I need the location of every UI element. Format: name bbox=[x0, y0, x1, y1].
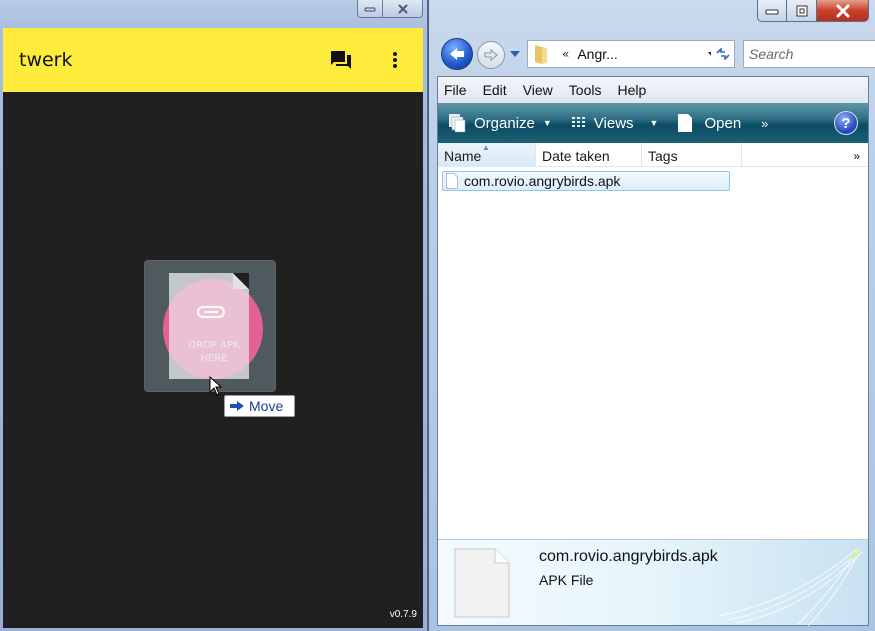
version-label: v0.7.9 bbox=[389, 609, 417, 620]
arrow-right-icon bbox=[484, 48, 499, 62]
navigation-bar: « Angr... Search bbox=[441, 38, 875, 72]
minimize-button[interactable] bbox=[357, 0, 383, 18]
maximize-icon bbox=[796, 5, 807, 16]
decorative-swoosh bbox=[717, 546, 863, 626]
maximize-button[interactable] bbox=[787, 0, 817, 22]
columns-overflow-button[interactable]: » bbox=[853, 149, 860, 163]
back-button[interactable] bbox=[441, 38, 473, 70]
column-headers: ▲ Name Date taken Tags » bbox=[438, 143, 868, 167]
search-input[interactable]: Search bbox=[743, 40, 875, 68]
details-file-type: APK File bbox=[539, 572, 594, 588]
app-title: twerk bbox=[19, 49, 73, 71]
app-bar: twerk bbox=[3, 28, 423, 92]
column-header-tags[interactable]: Tags bbox=[642, 143, 742, 167]
app-content: twerk DROP APK HERE v0.7.9 bbox=[3, 28, 423, 628]
sort-ascending-icon: ▲ bbox=[482, 143, 490, 152]
menu-edit[interactable]: Edit bbox=[483, 82, 507, 98]
minimize-icon bbox=[765, 9, 779, 14]
address-bar[interactable]: « Angr... bbox=[527, 40, 723, 68]
caret-down-icon: ▼ bbox=[649, 118, 659, 128]
column-header-name[interactable]: ▲ Name bbox=[438, 143, 536, 167]
file-icon bbox=[678, 114, 693, 132]
explorer-frame: File Edit View Tools Help Organize ▼ Vie… bbox=[437, 76, 869, 626]
page-fold bbox=[233, 273, 249, 289]
mouse-cursor-icon bbox=[209, 376, 223, 396]
close-icon bbox=[397, 3, 408, 14]
help-button[interactable]: ? bbox=[834, 111, 858, 135]
refresh-icon bbox=[715, 48, 730, 60]
breadcrumb-current[interactable]: Angr... bbox=[577, 46, 708, 62]
menu-help[interactable]: Help bbox=[617, 82, 646, 98]
menu-tools[interactable]: Tools bbox=[569, 82, 602, 98]
more-vert-icon bbox=[393, 52, 397, 68]
caret-down-icon: ▼ bbox=[542, 118, 552, 128]
arrow-right-icon bbox=[230, 401, 244, 411]
refresh-button[interactable] bbox=[711, 40, 735, 68]
menu-bar: File Edit View Tools Help bbox=[438, 77, 868, 103]
minimize-button[interactable] bbox=[757, 0, 787, 22]
close-icon bbox=[836, 4, 849, 17]
overflow-menu-button[interactable] bbox=[383, 48, 407, 72]
toolbar-overflow-button[interactable]: » bbox=[761, 116, 768, 131]
drop-zone-label: DROP APK HERE bbox=[188, 340, 240, 364]
feedback-button[interactable] bbox=[329, 48, 353, 72]
column-header-date-taken[interactable]: Date taken bbox=[536, 143, 642, 167]
drag-move-tooltip: Move bbox=[224, 395, 295, 417]
open-button[interactable]: Open bbox=[678, 114, 741, 132]
window-controls bbox=[757, 0, 869, 22]
minimize-icon bbox=[364, 7, 376, 11]
forum-icon bbox=[331, 51, 351, 69]
window-controls bbox=[357, 0, 423, 18]
menu-file[interactable]: File bbox=[444, 82, 467, 98]
explorer-window: « Angr... Search File Edit View Tools He… bbox=[428, 0, 875, 631]
file-name: com.rovio.angrybirds.apk bbox=[464, 173, 621, 189]
twerk-window: twerk DROP APK HERE v0.7.9 bbox=[0, 0, 428, 631]
breadcrumb-overflow[interactable]: « bbox=[562, 47, 569, 61]
recent-pages-dropdown-icon[interactable] bbox=[509, 50, 521, 58]
views-icon bbox=[571, 117, 585, 127]
close-button[interactable] bbox=[383, 0, 423, 18]
apk-drop-zone[interactable]: DROP APK HERE bbox=[145, 261, 275, 391]
menu-view[interactable]: View bbox=[523, 82, 553, 98]
list-item[interactable]: com.rovio.angrybirds.apk bbox=[442, 171, 730, 191]
search-placeholder: Search bbox=[749, 46, 794, 62]
file-icon bbox=[446, 173, 458, 189]
command-bar: Organize ▼ Views ▼ Open » ? bbox=[438, 103, 868, 143]
details-pane: com.rovio.angrybirds.apk APK File bbox=[438, 539, 868, 626]
details-file-name: com.rovio.angrybirds.apk bbox=[539, 548, 718, 565]
organize-icon bbox=[449, 114, 466, 133]
organize-button[interactable]: Organize ▼ bbox=[448, 113, 552, 133]
help-icon: ? bbox=[841, 114, 851, 132]
file-list: com.rovio.angrybirds.apk bbox=[438, 167, 868, 537]
arrow-left-icon bbox=[450, 48, 464, 60]
close-button[interactable] bbox=[817, 0, 869, 22]
forward-button[interactable] bbox=[477, 41, 505, 69]
attachment-icon bbox=[196, 305, 226, 319]
file-thumbnail-icon bbox=[454, 548, 510, 618]
folder-icon bbox=[535, 45, 547, 64]
views-button[interactable]: Views ▼ bbox=[571, 115, 659, 132]
